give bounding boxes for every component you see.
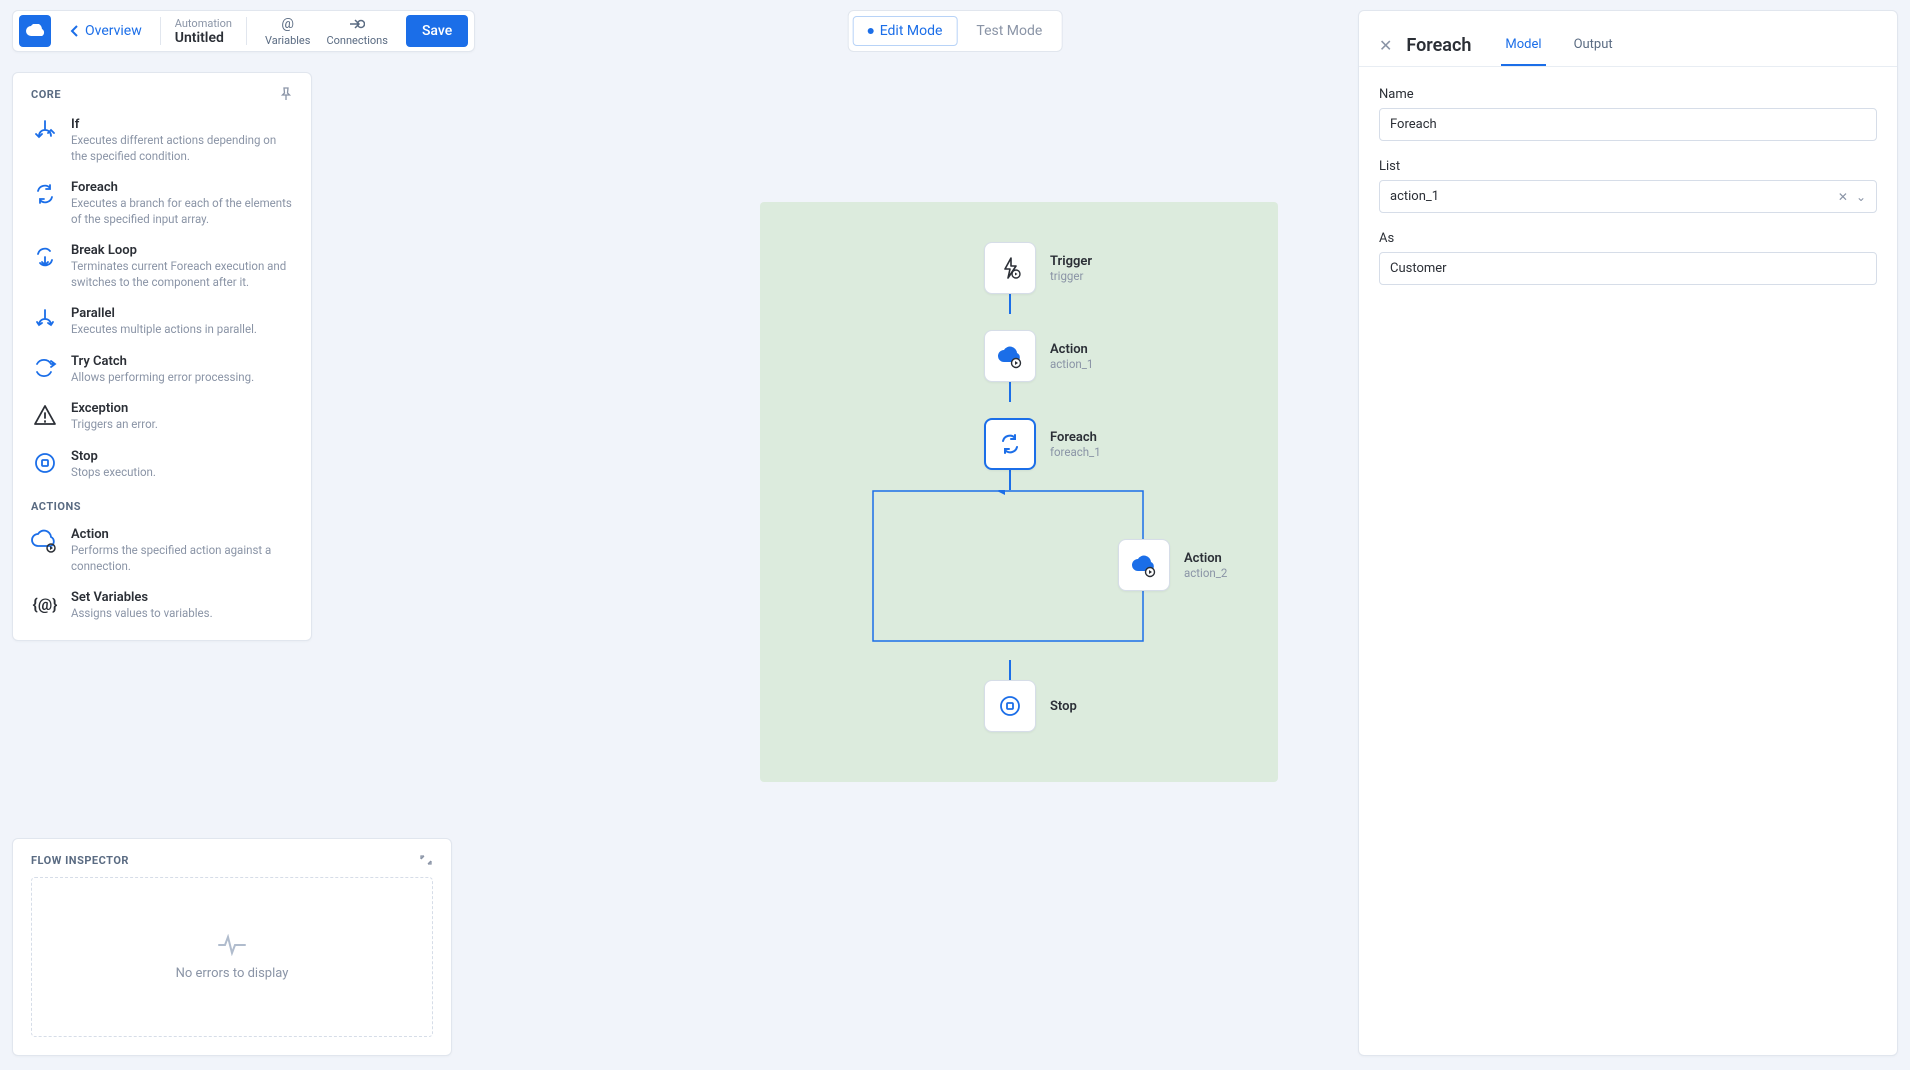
palette-core-label: CORE (31, 88, 61, 101)
app-logo[interactable] (19, 15, 51, 47)
node-foreach[interactable]: Foreachforeach_1 (984, 418, 1101, 470)
chevron-left-icon (69, 25, 79, 37)
stop-icon (996, 692, 1024, 720)
stop-icon (31, 449, 59, 477)
name-label: Name (1379, 87, 1877, 102)
overview-label: Overview (85, 23, 142, 39)
test-mode-button[interactable]: Test Mode (961, 16, 1057, 46)
palette-item-break-loop[interactable]: Break LoopTerminates current Foreach exe… (13, 235, 311, 298)
palette-item-exception[interactable]: ExceptionTriggers an error. (13, 393, 311, 441)
set-variables-icon: {@} (31, 590, 59, 618)
properties-panel: ✕ Foreach Model Output Name List action_… (1358, 10, 1898, 1056)
chevron-down-icon[interactable]: ⌄ (1856, 190, 1866, 204)
palette-item-try-catch[interactable]: Try CatchAllows performing error process… (13, 346, 311, 394)
if-icon (31, 117, 59, 145)
properties-title: Foreach (1406, 35, 1471, 56)
as-label: As (1379, 231, 1877, 246)
inspector-empty-message: No errors to display (176, 966, 289, 981)
flow-edge (1009, 294, 1011, 314)
edit-mode-button[interactable]: Edit Mode (853, 16, 958, 46)
flow-edge (1009, 660, 1011, 680)
close-icon[interactable]: ✕ (1379, 36, 1392, 55)
properties-panel-header: ✕ Foreach Model Output (1359, 11, 1897, 67)
list-select[interactable]: action_1 ✕ ⌄ (1379, 180, 1877, 213)
components-palette: CORE IfExecutes different actions depend… (12, 72, 312, 641)
clear-icon[interactable]: ✕ (1838, 190, 1848, 204)
palette-item-set-variables[interactable]: {@} Set VariablesAssigns values to varia… (13, 582, 311, 630)
flow-area: Triggertrigger Actionaction_1 Foreachfor… (760, 202, 1278, 782)
palette-item-parallel[interactable]: ParallelExecutes multiple actions in par… (13, 298, 311, 346)
separator (246, 17, 247, 45)
exception-icon (31, 401, 59, 429)
palette-actions-label: ACTIONS (13, 488, 311, 519)
flow-inspector-title: FLOW INSPECTOR (31, 854, 129, 867)
name-input[interactable] (1379, 108, 1877, 141)
node-stop[interactable]: Stop (984, 680, 1077, 732)
palette-item-action[interactable]: ActionPerforms the specified action agai… (13, 519, 311, 582)
node-trigger[interactable]: Triggertrigger (984, 242, 1092, 294)
parallel-icon (31, 306, 59, 334)
unsaved-dot-icon (868, 28, 874, 34)
flow-edge (1009, 470, 1011, 490)
flow-canvas[interactable]: Triggertrigger Actionaction_1 Foreachfor… (320, 72, 1350, 1056)
automation-title[interactable]: Automation Untitled (171, 17, 236, 46)
cloud-icon (25, 24, 45, 38)
palette-item-stop[interactable]: StopStops execution. (13, 441, 311, 489)
automation-caption: Automation (175, 17, 232, 30)
foreach-icon (996, 430, 1024, 458)
properties-body: Name List action_1 ✕ ⌄ As (1359, 67, 1897, 323)
list-label: List (1379, 159, 1877, 174)
palette-item-foreach[interactable]: ForeachExecutes a branch for each of the… (13, 172, 311, 235)
trigger-icon (996, 254, 1024, 282)
action-icon (1129, 551, 1159, 579)
overview-link[interactable]: Overview (61, 23, 150, 39)
automation-name: Untitled (175, 30, 232, 46)
flow-edge (1009, 382, 1011, 402)
foreach-icon (31, 180, 59, 208)
foreach-loop-frame (872, 490, 1144, 660)
save-button[interactable]: Save (406, 15, 468, 47)
mode-switch: Edit Mode Test Mode (848, 10, 1063, 52)
variables-button[interactable]: @ Variables (257, 16, 319, 47)
break-loop-icon (31, 243, 59, 271)
top-bar-left: Overview Automation Untitled @ Variables… (12, 10, 475, 52)
palette-item-if[interactable]: IfExecutes different actions depending o… (13, 109, 311, 172)
separator (160, 17, 161, 45)
action-icon (31, 527, 59, 555)
pulse-icon (217, 934, 247, 956)
tab-model[interactable]: Model (1501, 25, 1545, 66)
tab-output[interactable]: Output (1570, 25, 1617, 66)
at-icon: @ (281, 16, 294, 32)
node-action-2[interactable]: Actionaction_2 (1118, 539, 1227, 591)
as-input[interactable] (1379, 252, 1877, 285)
pin-icon[interactable] (279, 87, 293, 101)
connections-icon (349, 16, 365, 32)
connections-button[interactable]: Connections (318, 16, 395, 47)
action-icon (995, 342, 1025, 370)
try-catch-icon (31, 354, 59, 382)
node-action-1[interactable]: Actionaction_1 (984, 330, 1093, 382)
